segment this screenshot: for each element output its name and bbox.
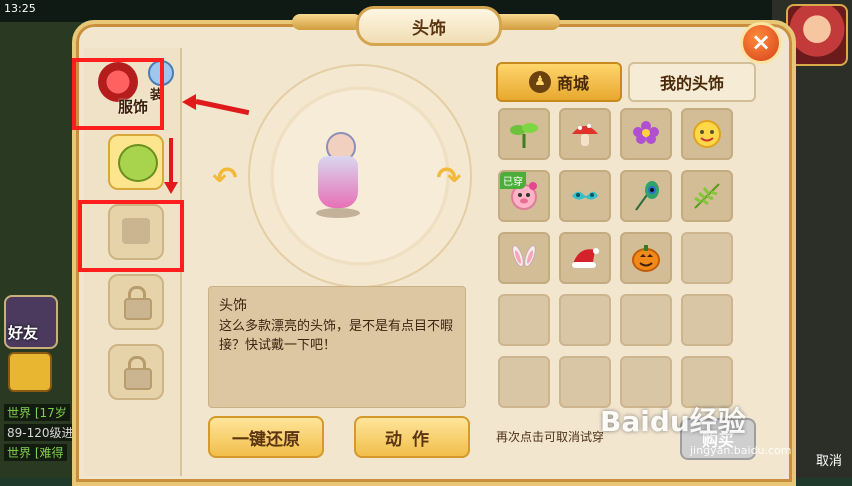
empty-item-slot [498,356,550,408]
cancel-try-on-hint: 再次点击可取消试穿 [496,430,605,444]
item-slot[interactable]: 已穿 [498,170,550,222]
item-slot[interactable] [620,232,672,284]
smiley-icon [693,120,721,148]
worn-badge: 已穿 [500,172,526,189]
annotation-arrow-down-icon [164,182,178,194]
lock-icon [124,286,152,320]
item-slot[interactable] [498,108,550,160]
description-text: 这么多款漂亮的头饰，是不是有点目不暇接？快试戴一下吧！ [219,319,454,353]
action-button[interactable]: 动作 [354,416,470,458]
tab-my-headwear[interactable]: 我的头饰 [628,62,756,102]
annotation-arrow-left-icon [182,94,196,110]
item-grid-panel: 已穿 [498,108,754,408]
tab-locked[interactable] [108,274,164,330]
item-slot[interactable] [559,108,611,160]
empty-item-slot [681,294,733,346]
rotate-left-icon[interactable]: ↶ [210,164,240,194]
reset-button[interactable]: 一键还原 [208,416,324,458]
status-time: 13:25 [4,2,36,15]
item-description-box: 头饰 这么多款漂亮的头饰，是不是有点目不暇接？快试戴一下吧！ [208,286,466,408]
feather-icon [635,181,659,211]
highlight-box [78,200,184,272]
santa-hat-icon [572,248,599,268]
annotation-arrow-line [169,138,173,184]
mask-icon [572,191,598,200]
item-slot[interactable] [559,232,611,284]
bunny-ears-icon [512,245,536,267]
empty-item-slot [620,294,672,346]
lock-icon [124,356,152,390]
chat-line: 89-120级进 [4,424,77,441]
highlight-box [72,58,164,130]
tab-shop-label: 商城 [556,74,589,93]
title-ornament [292,14,362,30]
item-grid: 已穿 [498,108,754,408]
item-slot[interactable] [681,170,733,222]
chat-line: 世界 [难得 [4,444,67,461]
friend-label: 好友 [8,324,39,342]
close-button[interactable]: × [740,22,782,64]
mushroom-icon [572,124,598,146]
tab-headwear[interactable] [108,134,164,190]
flower-icon [633,121,659,144]
dialog-title: 头饰 [356,6,502,46]
pumpkin-icon [632,245,660,272]
item-slot[interactable] [620,170,672,222]
pet-face-icon [118,144,158,182]
item-slot[interactable] [681,108,733,160]
item-slot[interactable] [498,232,550,284]
shop-icon: ♟ [528,71,551,93]
empty-item-slot [681,232,733,284]
tab-shop[interactable]: ♟ 商城 [496,62,622,102]
empty-item-slot [559,294,611,346]
leaf-icon [694,183,720,209]
watermark-url: jingyan.baidu.com [690,444,792,457]
character-preview[interactable] [310,132,366,222]
watermark-logo: Baidu经验 [600,405,746,438]
description-title: 头饰 [219,298,247,314]
rotate-right-icon[interactable]: ↷ [434,164,464,194]
item-slot[interactable] [620,108,672,160]
chat-button[interactable] [8,352,52,392]
sprout-icon [510,123,538,148]
tab-locked[interactable] [108,344,164,400]
cancel-label[interactable]: 取消 [816,450,842,469]
empty-item-slot [498,294,550,346]
chat-line: 世界 [17岁 [4,404,70,421]
item-slot[interactable] [559,170,611,222]
